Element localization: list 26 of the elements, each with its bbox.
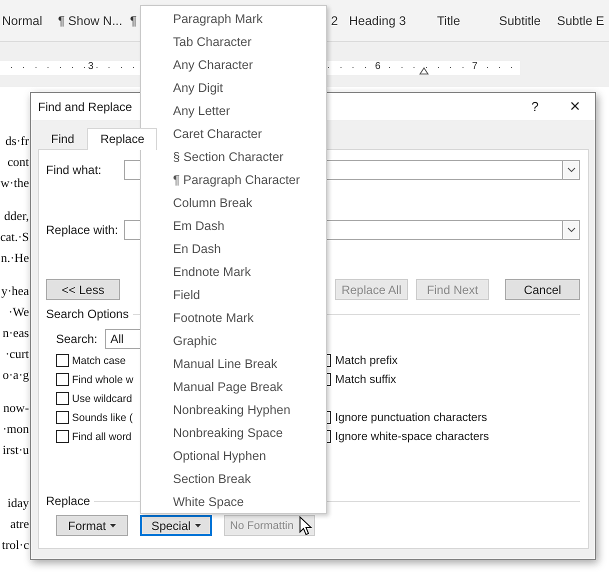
document-text: ds·fr [4, 133, 29, 150]
document-text: dder, [3, 208, 29, 225]
document-text: n.·He [0, 250, 29, 267]
replace-label: Replace with: [46, 223, 120, 237]
document-text: n·eas [2, 325, 29, 342]
document-text: trol·c [0, 537, 29, 554]
ruler-number: 7 [471, 61, 479, 72]
document-text: iday [6, 495, 29, 512]
document-text: w·the [0, 175, 29, 192]
document-text: now- [2, 400, 29, 417]
document-text: cat.·S [0, 229, 29, 246]
document-text: ·curt [4, 346, 29, 363]
group-title: Replace [46, 494, 90, 508]
document-text: cont [6, 154, 29, 171]
group-title: Search Options [46, 307, 129, 321]
document-text: ·We [7, 304, 29, 321]
find-label: Find what: [46, 163, 102, 177]
document-text: irst·u [2, 442, 29, 459]
document-text: ·mon [2, 421, 29, 438]
dialog-title: Find and Replace [38, 100, 132, 114]
search-label: Search: [56, 332, 98, 346]
ruler-number: 6 [374, 61, 382, 72]
document-text: atre [9, 516, 29, 533]
ruler-number: 3 [87, 61, 95, 72]
document-text: y·hea [0, 283, 29, 300]
document-text: o·a·g [2, 367, 29, 384]
